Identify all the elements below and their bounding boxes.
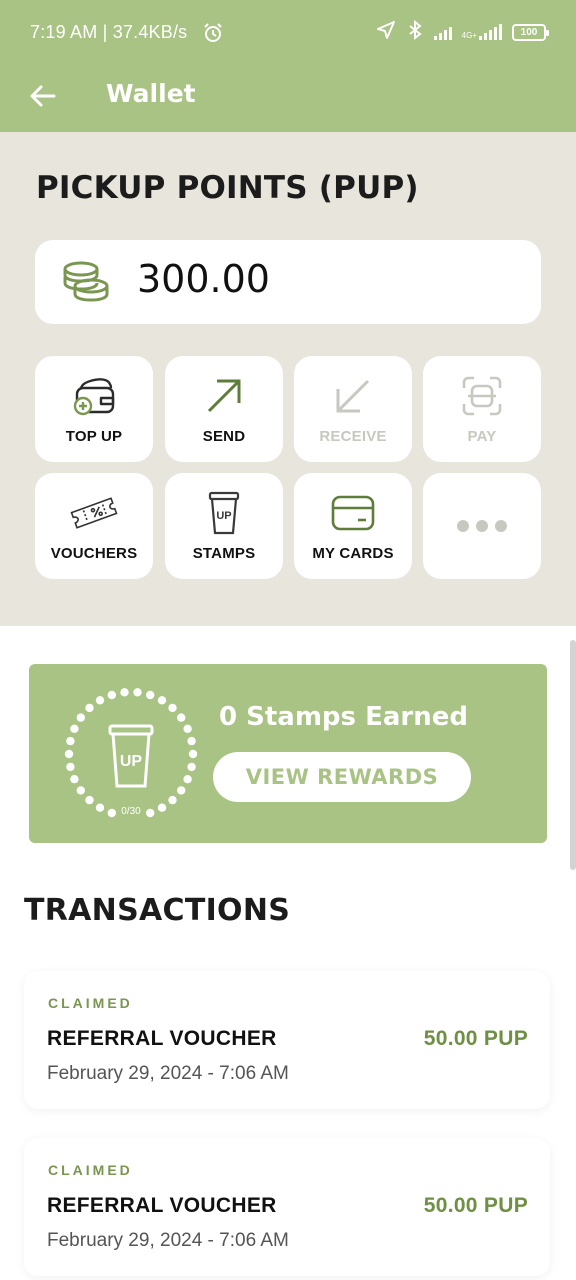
stamp-dot [107, 808, 116, 818]
card-icon [330, 491, 376, 535]
my-cards-button[interactable]: MY CARDS [294, 473, 412, 579]
transaction-item[interactable]: CLAIMED REFERRAL VOUCHER February 29, 20… [24, 971, 550, 1109]
transaction-name: REFERRAL VOUCHER [47, 1194, 277, 1217]
pay-button[interactable]: PAY [423, 356, 541, 462]
stamp-dot [168, 703, 177, 713]
transaction-status: CLAIMED [48, 995, 133, 1011]
stamp-dot [168, 795, 177, 805]
stamp-dot [107, 690, 116, 700]
scrollbar[interactable] [570, 640, 576, 870]
stamp-dot [177, 786, 186, 795]
status-bar: 7:19 AM | 37.4KB/s 4G+ 100 [0, 0, 576, 62]
stamp-dot [183, 775, 192, 784]
coffee-cup-icon: UP [207, 491, 241, 535]
vouchers-label: VOUCHERS [50, 545, 138, 562]
stamp-dot [157, 803, 167, 812]
coffee-cup-icon: UP [108, 724, 154, 788]
stamp-dot [66, 736, 75, 746]
stamp-progress-ring: UP 0/30 [64, 688, 198, 818]
stamp-dot [95, 696, 105, 705]
receive-button[interactable]: RECEIVE [294, 356, 412, 462]
svg-text:UP: UP [120, 753, 143, 770]
stamp-dot [85, 703, 94, 713]
stamp-dot [66, 762, 75, 772]
stamp-dot [76, 786, 85, 795]
stamp-dot [188, 749, 198, 759]
status-time: 7:19 AM | 37.4KB/s [30, 22, 188, 42]
arrow-up-right-icon [205, 374, 243, 418]
top-up-button[interactable]: TOP UP [35, 356, 153, 462]
transaction-amount: 50.00 PUP [423, 1194, 528, 1217]
transaction-item[interactable]: CLAIMED REFERRAL VOUCHER February 29, 20… [24, 1138, 550, 1276]
battery-icon: 100 [512, 23, 549, 41]
transaction-amount: 50.00 PUP [423, 1027, 528, 1050]
stamp-dot [187, 762, 196, 772]
stamp-dot [76, 713, 85, 722]
wallet-plus-icon [71, 374, 117, 418]
more-button[interactable] [423, 473, 541, 579]
send-button[interactable]: SEND [165, 356, 283, 462]
balance-value: 300.00 [137, 257, 270, 301]
back-button[interactable] [24, 78, 60, 114]
stamps-earned-text: 0 Stamps Earned [219, 702, 468, 732]
transaction-date: February 29, 2024 - 7:06 AM [47, 1230, 289, 1251]
stamp-dot [183, 724, 192, 733]
stamp-dot [70, 724, 79, 733]
signal-icon: 4G+ [462, 24, 502, 40]
stamp-dot [187, 736, 196, 746]
my-cards-label: MY CARDS [312, 545, 394, 562]
stamp-dot [157, 696, 167, 705]
stamp-dot [64, 749, 74, 759]
transaction-date: February 29, 2024 - 7:06 AM [47, 1063, 289, 1084]
vouchers-button[interactable]: VOUCHERS [35, 473, 153, 579]
svg-text:UP: UP [216, 510, 231, 522]
stamp-dot [146, 690, 155, 700]
arrow-left-icon [30, 85, 56, 107]
stamp-dot [177, 713, 186, 722]
voucher-icon [69, 491, 119, 535]
app-bar: Wallet [0, 62, 576, 132]
top-up-label: TOP UP [65, 428, 123, 445]
wallet-title: PICKUP POINTS (PUP) [36, 170, 419, 206]
stamp-dot [85, 795, 94, 805]
pay-label: PAY [467, 428, 497, 445]
wallet-section: PICKUP POINTS (PUP) 300.00 TOP UP SEND R… [0, 132, 576, 626]
transaction-name: REFERRAL VOUCHER [47, 1027, 277, 1050]
receive-label: RECEIVE [319, 428, 387, 445]
page-title: Wallet [106, 79, 196, 108]
signal-icon [433, 24, 452, 40]
status-icons: 4G+ 100 [376, 19, 549, 44]
send-label: SEND [202, 428, 246, 445]
stamp-progress: 0/30 [121, 806, 141, 817]
view-rewards-button[interactable]: VIEW REWARDS [213, 752, 471, 802]
transaction-status: CLAIMED [48, 1162, 133, 1178]
bluetooth-icon [406, 19, 424, 44]
stamp-dot [133, 688, 142, 697]
scan-icon [462, 374, 502, 418]
coins-icon [61, 260, 111, 308]
stamps-button[interactable]: UP STAMPS [165, 473, 283, 579]
stamp-dot [70, 775, 79, 784]
stamp-dot [146, 808, 155, 818]
location-icon [376, 20, 396, 44]
balance-card: 300.00 [35, 240, 541, 324]
more-icon [457, 520, 507, 532]
stamps-card: UP 0/30 0 Stamps Earned VIEW REWARDS [29, 664, 547, 843]
stamp-dot [95, 803, 105, 812]
stamp-dot [120, 688, 129, 697]
transactions-title: TRANSACTIONS [24, 893, 291, 928]
alarm-icon [202, 22, 224, 48]
arrow-down-left-icon [334, 374, 372, 418]
stamps-label: STAMPS [192, 545, 256, 562]
